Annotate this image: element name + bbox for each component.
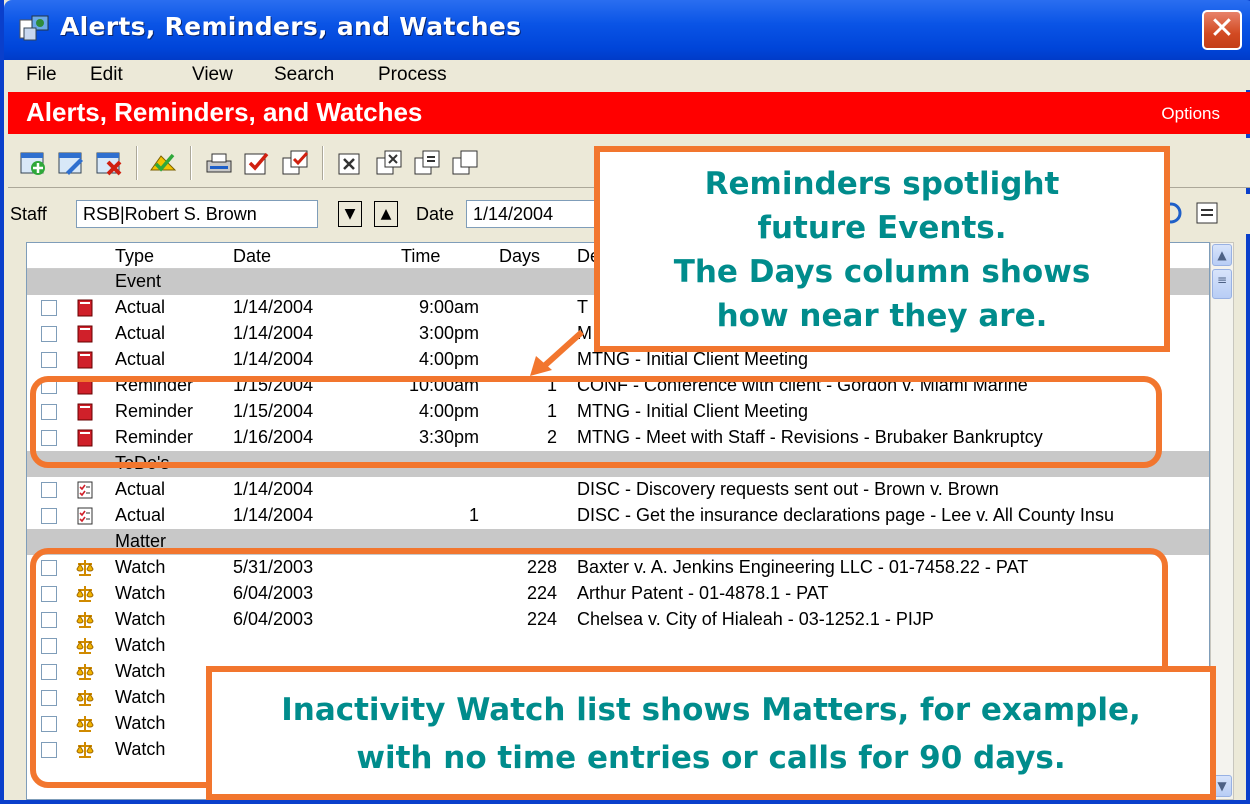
date-label: Date bbox=[416, 204, 455, 224]
window-title: Alerts, Reminders, and Watches bbox=[60, 12, 522, 41]
cell-description: DISC - Discovery requests sent out - Bro… bbox=[577, 479, 999, 499]
callout-line: The Days column shows bbox=[673, 254, 1091, 290]
cell-type: Actual bbox=[115, 479, 166, 499]
callout-line: Inactivity Watch list shows Matters, for… bbox=[281, 692, 1141, 728]
staff-dropdown-arrow-icon[interactable]: ▼ bbox=[338, 201, 362, 227]
check-list-icon[interactable] bbox=[280, 148, 310, 178]
edit-record-icon[interactable] bbox=[56, 148, 86, 178]
callout-arrow-icon bbox=[530, 330, 585, 376]
print-icon[interactable] bbox=[204, 148, 234, 178]
cell-time: 1 bbox=[468, 505, 479, 525]
row-checkbox[interactable] bbox=[41, 352, 57, 368]
copy-item-icon[interactable] bbox=[412, 148, 442, 178]
cell-description: T bbox=[577, 297, 588, 317]
close-button[interactable]: ✕ bbox=[1202, 10, 1242, 50]
date-field[interactable]: 1/14/2004 bbox=[466, 200, 606, 228]
module-title: Alerts, Reminders, and Watches bbox=[26, 97, 423, 127]
column-type[interactable]: Type bbox=[115, 246, 154, 267]
delete-record-icon[interactable] bbox=[94, 148, 124, 178]
cell-type: Actual bbox=[115, 505, 166, 525]
add-record-icon[interactable] bbox=[18, 148, 48, 178]
menu-edit[interactable]: Edit bbox=[90, 64, 123, 86]
column-date[interactable]: Date bbox=[233, 246, 271, 267]
check-item-icon[interactable] bbox=[242, 148, 272, 178]
collapse-icon[interactable] bbox=[450, 148, 480, 178]
cell-description: MTNG - Initial Client Meeting bbox=[577, 349, 809, 369]
callout-line: Reminders spotlight bbox=[704, 166, 1060, 202]
uncheck-all-icon[interactable] bbox=[374, 148, 404, 178]
row-checkbox[interactable] bbox=[41, 326, 57, 342]
reminders-callout: Reminders spotlight future Events. The D… bbox=[594, 146, 1170, 352]
scroll-thumb[interactable]: ≡ bbox=[1212, 269, 1232, 299]
cell-date: 1/14/2004 bbox=[233, 349, 314, 369]
event-icon bbox=[77, 325, 93, 343]
cell-date: 1/14/2004 bbox=[233, 505, 314, 525]
table-row[interactable]: Actual 1/14/2004 DISC - Discovery requests… bbox=[27, 477, 1209, 503]
cell-type: Actual bbox=[115, 349, 166, 369]
menu-bar: File Edit View Search Process bbox=[8, 60, 1250, 90]
cell-time: 3:00pm bbox=[418, 323, 479, 343]
menu-process[interactable]: Process bbox=[378, 64, 447, 86]
column-time[interactable]: Time bbox=[401, 246, 440, 267]
staff-select[interactable]: RSB|Robert S. Brown bbox=[76, 200, 318, 228]
table-row[interactable]: Actual 1/14/2004 1 DISC - Get the insurance… bbox=[27, 503, 1209, 529]
mark-done-icon[interactable] bbox=[148, 148, 178, 178]
menu-file[interactable]: File bbox=[26, 64, 57, 86]
column-days[interactable]: Days bbox=[499, 246, 540, 267]
menu-search[interactable]: Search bbox=[274, 64, 334, 86]
event-icon bbox=[77, 299, 93, 317]
cell-time: 4:00pm bbox=[418, 349, 479, 369]
todo-icon bbox=[77, 507, 93, 525]
row-checkbox[interactable] bbox=[41, 482, 57, 498]
uncheck-item-icon[interactable] bbox=[336, 148, 366, 178]
menu-view[interactable]: View bbox=[192, 64, 233, 86]
move-up-icon[interactable]: ▲ bbox=[374, 201, 398, 227]
reminders-highlight bbox=[30, 376, 1162, 468]
callout-line: with no time entries or calls for 90 day… bbox=[356, 740, 1066, 776]
toolbar-separator bbox=[322, 146, 324, 180]
event-icon bbox=[77, 351, 93, 369]
row-checkbox[interactable] bbox=[41, 300, 57, 316]
cell-time: 9:00am bbox=[418, 297, 479, 317]
row-checkbox[interactable] bbox=[41, 508, 57, 524]
cell-date: 1/14/2004 bbox=[233, 297, 314, 317]
callout-line: how near they are. bbox=[716, 298, 1048, 334]
module-header: Alerts, Reminders, and Watches Options bbox=[8, 92, 1250, 134]
cell-type: Actual bbox=[115, 323, 166, 343]
app-icon bbox=[19, 15, 49, 41]
scroll-up-icon[interactable]: ▲ bbox=[1212, 244, 1232, 266]
group-label: Event bbox=[115, 271, 162, 291]
watch-callout: Inactivity Watch list shows Matters, for… bbox=[206, 666, 1216, 800]
cell-type: Actual bbox=[115, 297, 166, 317]
options-link[interactable]: Options bbox=[1161, 104, 1220, 124]
cell-date: 1/14/2004 bbox=[233, 323, 314, 343]
title-bar[interactable]: Alerts, Reminders, and Watches ✕ bbox=[4, 0, 1250, 60]
report-icon[interactable] bbox=[1194, 200, 1220, 226]
cell-description: DISC - Get the insurance declarations pa… bbox=[577, 505, 1114, 525]
todo-icon bbox=[77, 481, 93, 499]
callout-line: future Events. bbox=[757, 210, 1007, 246]
staff-label: Staff bbox=[10, 204, 47, 224]
toolbar-separator bbox=[190, 146, 192, 180]
toolbar-separator bbox=[136, 146, 138, 180]
cell-date: 1/14/2004 bbox=[233, 479, 314, 499]
